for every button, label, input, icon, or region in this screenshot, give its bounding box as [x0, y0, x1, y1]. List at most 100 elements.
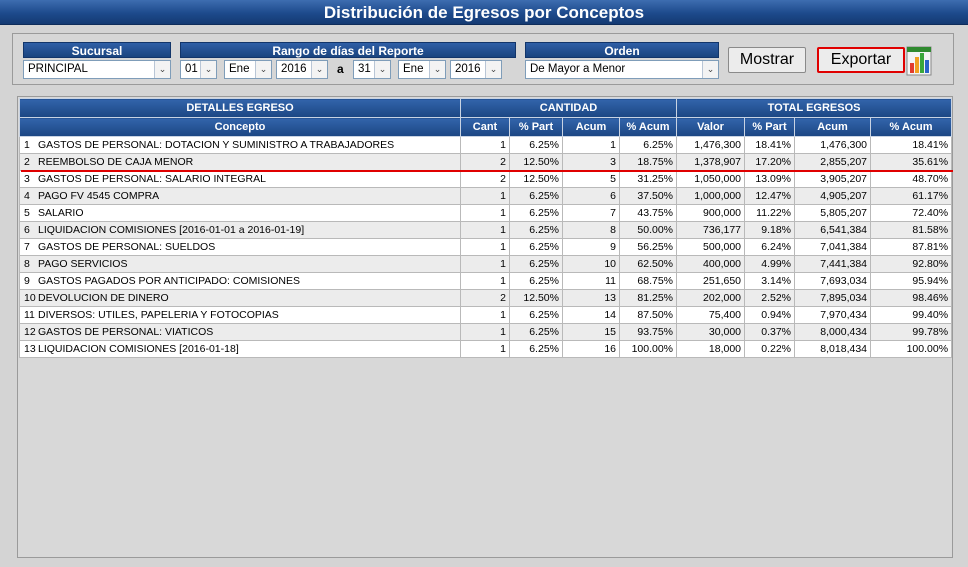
valor-cell: 736,177 [676, 221, 746, 239]
cant-cell: 1 [460, 323, 510, 341]
cant-part-cell: 6.25% [509, 221, 563, 239]
cant-cell: 2 [460, 289, 510, 307]
concepto: GASTOS DE PERSONAL: VIATICOS [38, 326, 214, 338]
total-acum-cell: 7,693,034 [794, 272, 872, 290]
table-row[interactable]: 11 DIVERSOS: UTILES, PAPELERIA Y FOTOCOPI… [19, 306, 953, 324]
cant-pacum-cell: 37.50% [618, 187, 678, 205]
cant-part-cell: 6.25% [509, 323, 563, 341]
cant-part-cell: 6.25% [509, 204, 563, 222]
sucursal-value: PRINCIPAL [28, 63, 88, 75]
chevron-down-icon[interactable]: ⌄ [485, 61, 501, 78]
concepto-cell: 1 GASTOS DE PERSONAL: DOTACION Y SUMINIST… [19, 136, 461, 154]
concepto: LIQUIDACION COMISIONES [2016-01-18] [38, 343, 239, 355]
cant-acum-cell: 5 [562, 170, 620, 188]
row-number: 4 [24, 190, 30, 202]
total-acum-cell: 4,905,207 [794, 187, 872, 205]
concepto: GASTOS DE PERSONAL: SALARIO INTEGRAL [38, 173, 266, 185]
total-acum-cell: 8,018,434 [794, 340, 872, 358]
table-row[interactable]: 1 GASTOS DE PERSONAL: DOTACION Y SUMINIST… [19, 136, 953, 154]
chevron-down-icon[interactable]: ⌄ [154, 61, 170, 78]
concepto: SALARIO [38, 207, 84, 219]
chevron-down-icon[interactable]: ⌄ [255, 61, 271, 78]
cant-acum-cell: 6 [562, 187, 620, 205]
concepto: DIVERSOS: UTILES, PAPELERIA Y FOTOCOPIAS [38, 309, 279, 321]
col-header-pacum[interactable]: % Acum [618, 117, 678, 137]
cant-acum-cell: 9 [562, 238, 620, 256]
valor-cell: 900,000 [676, 204, 746, 222]
col-header-concepto[interactable]: Concepto [19, 117, 461, 137]
row-number: 2 [24, 156, 30, 168]
to-year-select[interactable]: 2016 ⌄ [450, 60, 502, 79]
from-month-select[interactable]: Ene ⌄ [224, 60, 272, 79]
total-pacum-cell: 87.81% [870, 238, 953, 256]
concepto: GASTOS PAGADOS POR ANTICIPADO: COMISIONE… [38, 275, 300, 287]
cant-pacum-cell: 6.25% [618, 136, 678, 154]
cant-cell: 1 [460, 306, 510, 324]
col-header-pacum-total[interactable]: % Acum [870, 117, 953, 137]
cant-pacum-cell: 18.75% [618, 153, 678, 171]
concepto-cell: 3 GASTOS DE PERSONAL: SALARIO INTEGRAL [19, 170, 461, 188]
exportar-button[interactable]: Exportar [817, 47, 905, 73]
cant-acum-cell: 10 [562, 255, 620, 273]
concepto-cell: 5 SALARIO [19, 204, 461, 222]
concepto-cell: 4 PAGO FV 4545 COMPRA [19, 187, 461, 205]
col-header-part[interactable]: % Part [509, 117, 563, 137]
cant-acum-cell: 14 [562, 306, 620, 324]
table-row[interactable]: 7 GASTOS DE PERSONAL: SUELDOS 1 6.25% 9 56.25… [19, 238, 953, 256]
col-header-acum-total[interactable]: Acum [794, 117, 872, 137]
concepto: LIQUIDACION COMISIONES [2016-01-01 a 201… [38, 224, 305, 236]
col-header-cant[interactable]: Cant [460, 117, 510, 137]
row-number: 13 [24, 343, 36, 355]
valor-cell: 75,400 [676, 306, 746, 324]
cant-pacum-cell: 87.50% [618, 306, 678, 324]
table-row[interactable]: 3 GASTOS DE PERSONAL: SALARIO INTEGRAL 2 12… [19, 170, 953, 188]
chevron-down-icon[interactable]: ⌄ [311, 61, 327, 78]
table-row[interactable]: 2 REEMBOLSO DE CAJA MENOR 2 12.50% 3 18.75% 1,… [19, 153, 953, 171]
chevron-down-icon[interactable]: ⌄ [200, 61, 216, 78]
to-month-select[interactable]: Ene ⌄ [398, 60, 446, 79]
cant-cell: 1 [460, 204, 510, 222]
total-pacum-cell: 18.41% [870, 136, 953, 154]
group-header-total: TOTAL EGRESOS [676, 98, 953, 118]
col-header-valor[interactable]: Valor [676, 117, 746, 137]
row-number: 8 [24, 258, 30, 270]
excel-chart-icon[interactable] [903, 41, 935, 77]
valor-cell: 1,000,000 [676, 187, 746, 205]
chevron-down-icon[interactable]: ⌄ [702, 61, 718, 78]
total-pacum-cell: 95.94% [870, 272, 953, 290]
orden-select[interactable]: De Mayor a Menor ⌄ [525, 60, 719, 79]
total-acum-cell: 2,855,207 [794, 153, 872, 171]
cant-cell: 1 [460, 255, 510, 273]
row-number: 9 [24, 275, 30, 287]
table-row[interactable]: 5 SALARIO 1 6.25% 7 43.75% 900,000 11.22% 5,805,… [19, 204, 953, 222]
chevron-down-icon[interactable]: ⌄ [429, 61, 445, 78]
total-pacum-cell: 35.61% [870, 153, 953, 171]
report-grid: DETALLES EGRESO CANTIDAD TOTAL EGRESOS C… [17, 96, 953, 558]
mostrar-button[interactable]: Mostrar [728, 47, 806, 73]
cant-part-cell: 6.25% [509, 187, 563, 205]
from-day-select[interactable]: 01 ⌄ [180, 60, 217, 79]
table-row[interactable]: 13 LIQUIDACION COMISIONES [2016-01-18] 1 6.… [19, 340, 953, 358]
table-row[interactable]: 10 DEVOLUCION DE DINERO 2 12.50% 13 81.25% 202… [19, 289, 953, 307]
from-year-select[interactable]: 2016 ⌄ [276, 60, 328, 79]
chevron-down-icon[interactable]: ⌄ [374, 61, 390, 78]
cant-cell: 2 [460, 153, 510, 171]
table-row[interactable]: 9 GASTOS PAGADOS POR ANTICIPADO: COMISION… [19, 272, 953, 290]
total-pacum-cell: 100.00% [870, 340, 953, 358]
col-header-acum[interactable]: Acum [562, 117, 620, 137]
to-day-select[interactable]: 31 ⌄ [353, 60, 391, 79]
row-number: 3 [24, 173, 30, 185]
total-acum-cell: 1,476,300 [794, 136, 872, 154]
concepto-cell: 2 REEMBOLSO DE CAJA MENOR [19, 153, 461, 171]
table-row[interactable]: 12 GASTOS DE PERSONAL: VIATICOS 1 6.25% 15 93… [19, 323, 953, 341]
valor-cell: 400,000 [676, 255, 746, 273]
total-pacum-cell: 98.46% [870, 289, 953, 307]
table-row[interactable]: 6 LIQUIDACION COMISIONES [2016-01-01 a 20… [19, 221, 953, 239]
table-row[interactable]: 4 PAGO FV 4545 COMPRA 1 6.25% 6 37.50% 1,000,0… [19, 187, 953, 205]
rango-label: Rango de días del Reporte [180, 42, 516, 58]
col-header-part-total[interactable]: % Part [744, 117, 796, 137]
table-row[interactable]: 8 PAGO SERVICIOS 1 6.25% 10 62.50% 400,000 4.99… [19, 255, 953, 273]
total-acum-cell: 7,895,034 [794, 289, 872, 307]
sucursal-select[interactable]: PRINCIPAL ⌄ [23, 60, 171, 79]
cant-acum-cell: 3 [562, 153, 620, 171]
